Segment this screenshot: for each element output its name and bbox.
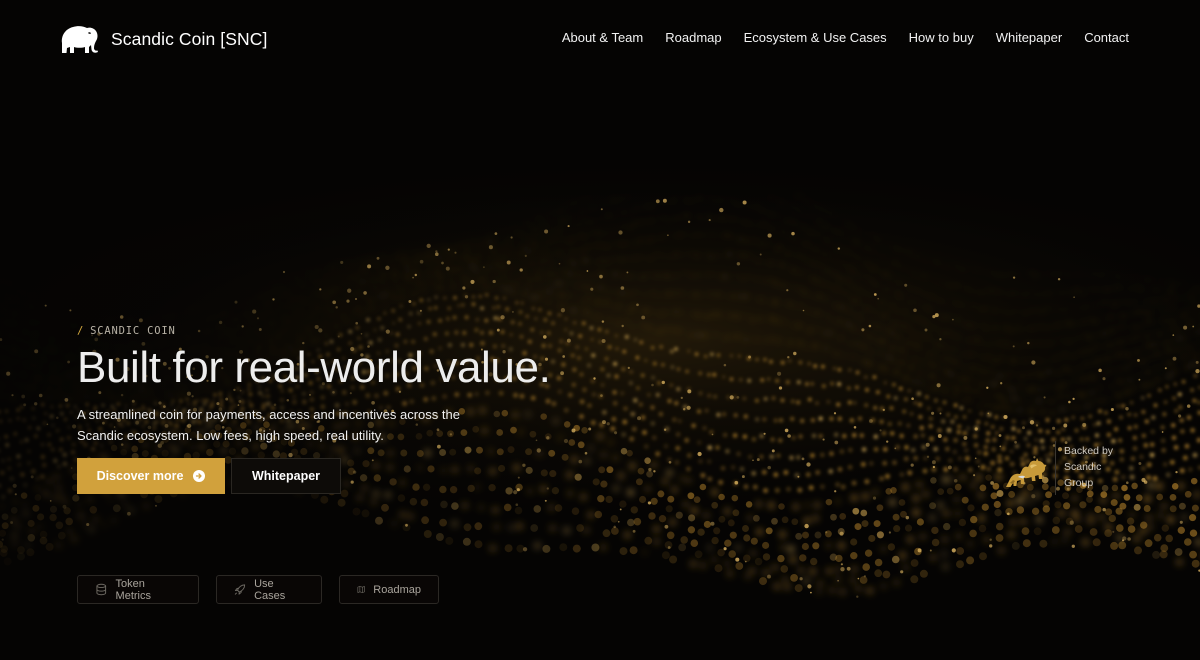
brand-logo[interactable]: Scandic Coin [SNC] [58, 22, 267, 56]
quick-link-use-cases[interactable]: Use Cases [216, 575, 322, 604]
backed-by-text: Backed by Scandic Group [1064, 441, 1126, 491]
nav-item-roadmap[interactable]: Roadmap [665, 30, 721, 45]
discover-more-button[interactable]: Discover more [77, 458, 225, 494]
backed-line-2: Scandic [1064, 461, 1102, 473]
backed-by-badge[interactable]: Backed by Scandic Group [1004, 441, 1126, 495]
database-icon [96, 583, 107, 596]
nav-item-contact[interactable]: Contact [1084, 30, 1129, 45]
nav-item-about-team[interactable]: About & Team [562, 30, 643, 45]
discover-more-label: Discover more [96, 469, 184, 483]
brand-name: Scandic Coin [SNC] [111, 28, 268, 49]
quick-link-token-metrics[interactable]: Token Metrics [77, 575, 199, 604]
eyebrow-text: SCANDIC COIN [90, 325, 176, 337]
landing-page: Scandic Coin [SNC] About & Team Roadmap … [0, 0, 1200, 660]
nav-item-how-to-buy[interactable]: How to buy [909, 30, 974, 45]
whitepaper-button[interactable]: Whitepaper [231, 458, 341, 494]
quick-link-roadmap[interactable]: Roadmap [339, 575, 439, 604]
site-header: Scandic Coin [SNC] About & Team Roadmap … [0, 0, 1200, 78]
quick-links: Token Metrics Use Cases Roadmap [77, 575, 439, 604]
backed-divider [1055, 441, 1056, 495]
quick-link-label: Use Cases [254, 577, 286, 602]
quick-link-label: Token Metrics [115, 577, 151, 602]
map-icon [357, 586, 365, 593]
bulls-logo-icon [1006, 458, 1047, 487]
hero-lead: A streamlined coin for payments, access … [77, 407, 460, 443]
backed-line-1: Backed by [1064, 445, 1114, 457]
hero-section: / SCANDIC COIN Built for real-world valu… [77, 322, 697, 494]
quick-link-label: Roadmap [373, 583, 421, 596]
mammoth-icon [61, 26, 98, 53]
arrow-right-icon [193, 470, 206, 482]
rocket-icon [234, 584, 246, 595]
nav-item-whitepaper[interactable]: Whitepaper [996, 30, 1062, 45]
eyebrow-slash: / [77, 325, 85, 337]
hero-ctas: Discover more Whitepaper [77, 458, 697, 494]
nav-item-ecosystem[interactable]: Ecosystem & Use Cases [744, 30, 887, 45]
main-nav: About & Team Roadmap Ecosystem & Use Cas… [562, 30, 1129, 45]
hero-title: Built for real-world value. [77, 343, 551, 392]
backed-line-3: Group [1064, 477, 1094, 489]
hero-eyebrow: / SCANDIC COIN [77, 322, 697, 340]
